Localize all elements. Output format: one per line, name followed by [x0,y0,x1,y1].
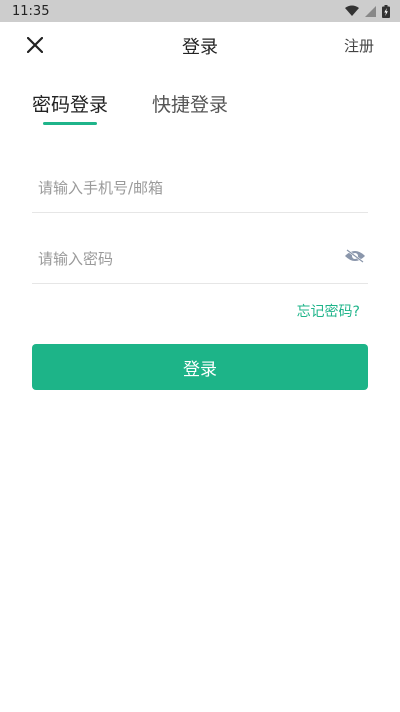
eye-hidden-icon[interactable] [344,248,366,264]
tab-password-login[interactable]: 密码登录 [32,90,109,125]
login-button[interactable]: 登录 [32,344,368,390]
login-screen: 11:35 登录 注册 密码登录 快捷登录 请输入手机号/邮箱 忘记密码? 登录 [0,0,400,712]
tab-active-indicator [43,122,97,125]
tab-quick-login[interactable]: 快捷登录 [152,90,228,117]
account-input[interactable] [32,178,368,197]
signal-icon [365,5,376,17]
wifi-icon [345,5,359,16]
login-tabs: 密码登录 快捷登录 [32,90,228,125]
password-input[interactable] [32,249,368,268]
nav-bar: 登录 注册 [0,22,400,68]
battery-icon [382,4,390,18]
register-link[interactable]: 注册 [344,35,374,56]
password-field-container [32,234,368,284]
forgot-password-link[interactable]: 忘记密码? [297,301,360,321]
tab-label: 快捷登录 [152,94,229,116]
page-title: 登录 [182,37,218,58]
status-bar: 11:35 [0,0,400,22]
status-icons [345,4,390,18]
tab-label: 密码登录 [32,94,109,116]
status-time: 11:35 [12,3,50,19]
account-field-container [32,163,368,213]
